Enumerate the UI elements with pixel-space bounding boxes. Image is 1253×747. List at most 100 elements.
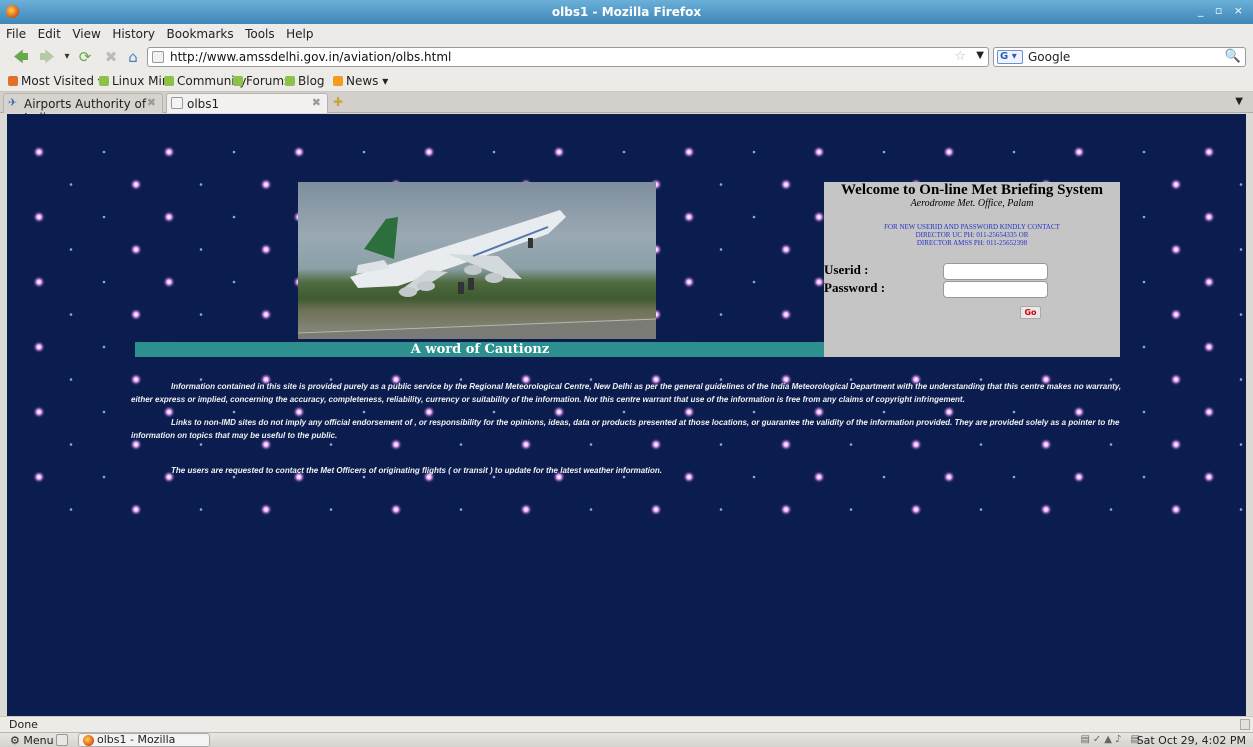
clock[interactable]: Sat Oct 29, 4:02 PM [1137, 734, 1246, 747]
sparkle-star [1203, 211, 1215, 223]
sparkle-star [780, 503, 792, 516]
forward-arrow-icon[interactable]: 🡆 [38, 48, 56, 66]
sparkle-star [362, 410, 366, 414]
url-bar[interactable]: http://www.amssdelhi.gov.in/aviation/olb… [147, 47, 989, 67]
userid-label: Userid : [824, 262, 869, 277]
page-content: A word of Cautionz Welcome to On-line Me… [7, 114, 1246, 716]
home-icon[interactable]: ⌂ [124, 48, 142, 66]
menu-view[interactable]: View [68, 24, 104, 41]
menu-bookmarks[interactable]: Bookmarks [163, 24, 238, 41]
password-label: Password : [824, 280, 886, 295]
start-menu-button[interactable]: ⚙ Menu [10, 734, 54, 747]
tab-close-icon[interactable]: ✖ [312, 96, 321, 109]
sparkle-star [752, 410, 756, 414]
sparkle-star [232, 280, 236, 284]
sparkle-star [650, 503, 662, 516]
history-dropdown-icon[interactable]: ▾ [58, 48, 76, 66]
search-bar[interactable]: G ▾ Google 🔍 [993, 47, 1246, 67]
password-input[interactable] [943, 281, 1048, 298]
login-title: Welcome to On-line Met Briefing System [840, 182, 1104, 198]
sparkle-star [1109, 443, 1113, 446]
sparkle-star [1142, 410, 1146, 414]
sparkle-star [199, 508, 203, 511]
site-identity-icon[interactable] [152, 51, 164, 63]
sparkle-star [1170, 308, 1182, 321]
sparkle-star [752, 280, 756, 284]
sparkle-star [719, 313, 723, 316]
sparkle-star [163, 276, 175, 288]
search-magnifier-icon[interactable]: 🔍 [1225, 49, 1241, 64]
sparkle-star [69, 313, 73, 316]
go-button[interactable]: Go [1020, 306, 1041, 319]
system-tray-icons[interactable]: ▤✓▲♪ ▤ [1080, 734, 1143, 745]
sparkle-star [260, 503, 272, 516]
sparkle-star [102, 475, 106, 479]
taskbar-firefox-window[interactable]: olbs1 - Mozilla Firefox [78, 733, 210, 747]
bookmark-news[interactable]: News ▾ [333, 74, 388, 88]
tab-olbs1[interactable]: olbs1 ✖ [166, 93, 328, 113]
new-tab-icon[interactable]: ✚ [333, 95, 343, 109]
google-engine-icon[interactable]: G ▾ [997, 50, 1023, 64]
firefox-icon [83, 735, 94, 746]
sparkle-star [199, 443, 203, 446]
userid-input[interactable] [943, 263, 1048, 280]
search-engine-placeholder[interactable]: Google [1028, 50, 1070, 64]
menu-help[interactable]: Help [282, 24, 317, 41]
sparkle-star [553, 146, 565, 158]
mint-leaf-icon [164, 76, 174, 86]
sparkle-star [1239, 183, 1243, 186]
sparkle-star [1142, 215, 1146, 219]
tab-close-icon[interactable]: ✖ [147, 96, 156, 109]
bookmark-star-icon[interactable]: ☆ [954, 49, 966, 64]
sparkle-star [1040, 503, 1052, 516]
reload-icon[interactable]: ⟳ [76, 48, 94, 66]
window-controls[interactable]: _ ▫ × [1198, 4, 1247, 17]
status-text: Done [9, 718, 38, 731]
bookmark-linux-mint[interactable]: Linux Mint [99, 74, 174, 88]
resize-grip-icon[interactable] [1240, 719, 1250, 730]
sparkle-star [719, 183, 723, 186]
menu-tools[interactable]: Tools [241, 24, 279, 41]
sparkle-star [130, 178, 142, 191]
list-all-tabs-icon[interactable]: ▼ [1235, 96, 1243, 107]
url-dropdown-icon[interactable]: ▼ [976, 50, 984, 61]
sparkle-star [1239, 248, 1243, 251]
sparkle-star [1109, 508, 1113, 511]
sparkle-star [329, 443, 333, 446]
sparkle-star [520, 503, 532, 516]
sparkle-star [33, 276, 45, 288]
sparkle-star [130, 243, 142, 256]
sparkle-star [719, 508, 723, 511]
back-arrow-icon[interactable]: 🡄 [12, 48, 30, 66]
sparkle-star [102, 280, 106, 284]
tab-airports-authority[interactable]: ✈ Airports Authority of India ✖ [3, 93, 163, 125]
sparkle-star [33, 406, 45, 418]
sparkle-star [102, 345, 106, 349]
sparkle-star [1142, 280, 1146, 284]
status-bar: Done [0, 716, 1253, 732]
window-title: olbs1 - Mozilla Firefox [551, 5, 702, 19]
bookmark-most-visited[interactable]: Most Visited ▾ [8, 74, 104, 88]
sparkle-star [882, 410, 886, 414]
menu-history[interactable]: History [108, 24, 159, 41]
menu-file[interactable]: File [0, 24, 30, 41]
sparkle-star [589, 443, 593, 446]
sparkle-star [622, 150, 626, 154]
sparkle-star [1012, 410, 1016, 414]
sparkle-star [882, 150, 886, 154]
menu-edit[interactable]: Edit [34, 24, 65, 41]
sparkle-star [849, 443, 853, 446]
airplane-icon: ✈ [8, 96, 18, 109]
sparkle-star [33, 471, 45, 483]
sparkle-star [293, 146, 305, 158]
sparkle-star [1142, 345, 1146, 349]
bookmark-forums[interactable]: Forums [233, 74, 290, 88]
sparkle-star [849, 508, 853, 511]
bookmark-blog[interactable]: Blog [285, 74, 325, 88]
sparkle-star [1073, 146, 1085, 158]
sparkle-star [163, 146, 175, 158]
stop-icon[interactable]: ✖ [102, 48, 120, 66]
show-desktop-icon[interactable] [56, 734, 68, 746]
url-text[interactable]: http://www.amssdelhi.gov.in/aviation/olb… [170, 50, 451, 64]
sparkle-star [1239, 313, 1243, 316]
